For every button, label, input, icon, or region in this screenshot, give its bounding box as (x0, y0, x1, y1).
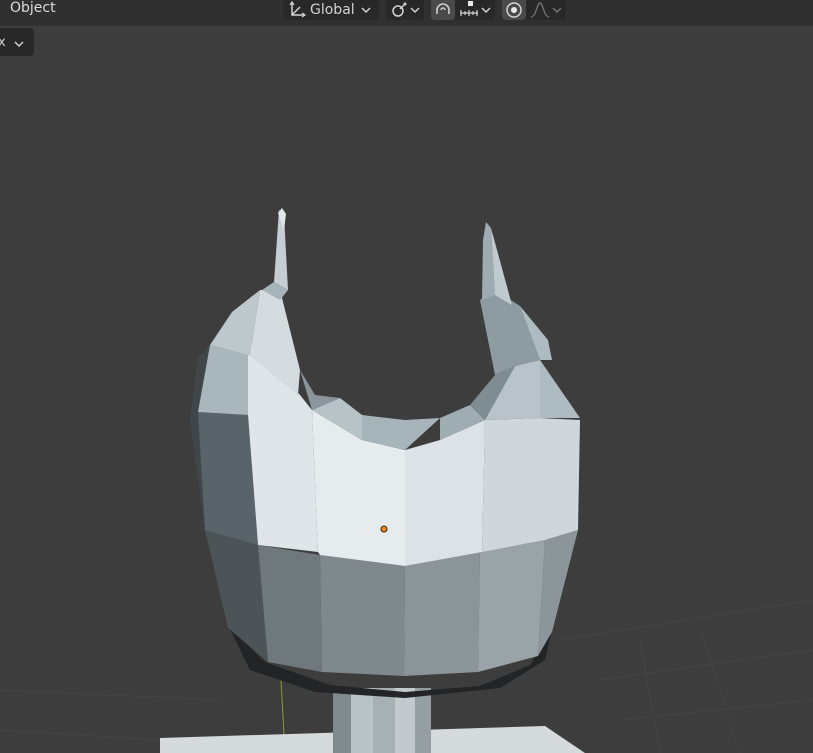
transform-orientation-dropdown[interactable]: Global (283, 0, 379, 20)
chevron-down-icon (481, 6, 491, 14)
falloff-curve-icon (530, 1, 550, 19)
transform-orientation-label: Global (310, 2, 355, 18)
mesh-right-horn (480, 222, 552, 375)
snap-increment-icon (459, 1, 479, 19)
chevron-down-icon (552, 6, 562, 14)
pivot-link-icon (391, 1, 409, 19)
3d-viewport[interactable]: Object Global x (0, 0, 813, 753)
object-origin-dot[interactable] (380, 525, 388, 533)
proportional-circle-icon (505, 1, 523, 19)
proportional-editing-toggle[interactable] (502, 0, 526, 20)
transform-axes-icon (288, 1, 306, 19)
pedestal-cylinder (333, 688, 431, 753)
snap-toggle-button[interactable] (431, 0, 455, 20)
object-mode-label[interactable]: Object (10, 0, 56, 18)
pivot-point-dropdown[interactable] (386, 0, 424, 20)
view-menu-label: x (0, 34, 6, 50)
chevron-down-icon (410, 6, 420, 14)
snap-target-dropdown[interactable] (455, 0, 495, 20)
viewport-scene[interactable] (0, 0, 813, 753)
proportional-falloff-dropdown[interactable] (526, 0, 566, 20)
magnet-icon (434, 1, 452, 19)
view-menu-dropdown[interactable]: x (0, 28, 34, 56)
chevron-down-icon (361, 6, 371, 14)
chevron-down-icon (14, 33, 24, 52)
